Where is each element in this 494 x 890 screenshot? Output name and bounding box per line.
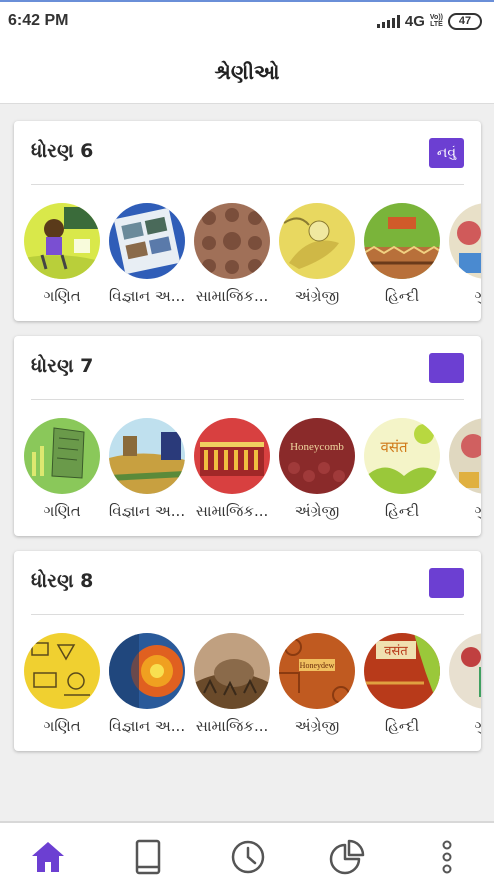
subject-label: હિન્દી: [384, 717, 420, 735]
subject-label: અંગ્રેજી: [294, 502, 340, 520]
subject-label: વિજ્ઞાન અ...: [108, 502, 186, 520]
clock-icon: [231, 840, 265, 874]
subject-cover-image: [109, 203, 185, 279]
subject-label: અંગ્રેજી: [294, 287, 340, 305]
subject-label: અંગ્રેજી: [294, 717, 340, 735]
subject-cover-image: वसंत: [364, 633, 440, 709]
subject-cover-image: [194, 203, 270, 279]
network-type: 4G: [404, 12, 425, 30]
subject-item[interactable]: ગણિત: [20, 418, 104, 520]
subject-cover-image: [194, 633, 270, 709]
pie-chart-icon: [329, 839, 365, 875]
status-icons: 4G Vo)) LTE 47: [376, 12, 482, 30]
nav-progress[interactable]: [328, 837, 368, 877]
nav-home[interactable]: [28, 837, 68, 877]
home-icon: [32, 842, 64, 872]
svg-text:Honeydew: Honeydew: [300, 661, 335, 670]
subject-label: સામાજિક...: [195, 287, 269, 305]
subject-label: ગણિત: [43, 502, 81, 520]
signal-icon: [376, 14, 400, 28]
bottom-navigation: [0, 821, 494, 890]
subject-cover-image: [449, 633, 481, 709]
subject-item[interactable]: વિજ્ઞાન અ...: [105, 418, 189, 520]
subject-item[interactable]: ગુજ: [445, 418, 481, 520]
subject-cover-image: [449, 418, 481, 494]
subject-label: ગણિત: [43, 717, 81, 735]
subject-item[interactable]: Honeydew અંગ્રેજી: [275, 633, 359, 735]
subject-cover-image: [24, 418, 100, 494]
battery-icon: 47: [448, 12, 482, 30]
section-header[interactable]: ધોરણ 6 નવું: [14, 121, 481, 183]
subject-item[interactable]: ગણિત: [20, 633, 104, 735]
subject-label: સામાજિક...: [195, 502, 269, 520]
svg-text:Honeycomb: Honeycomb: [290, 441, 344, 453]
app-bar: શ્રેણીઓ: [0, 40, 494, 104]
subject-label: ગુજ: [445, 502, 481, 520]
subject-list: ગણિત વિજ્ઞાન અ... સામાજિક... Honeycomb અંગ્ર…: [14, 418, 481, 528]
subject-list: ગણિત વિજ્ઞાન અ... સામાજિક... Honeydew અંગ્રે…: [14, 633, 481, 743]
subject-label: ગણિત: [43, 287, 81, 305]
section-title: ધોરણ 7: [31, 355, 94, 377]
section-card-std8: ધોરણ 8 ગણિત વિજ્ઞાન અ... સામાજિક... Honeyde…: [14, 551, 481, 751]
subject-label: સામાજિક...: [195, 717, 269, 735]
subject-cover-image: [109, 633, 185, 709]
status-bar: 6:42 PM 4G Vo)) LTE 47: [0, 0, 494, 40]
subject-cover-image: [24, 633, 100, 709]
subject-item[interactable]: વિજ્ઞાન અ...: [105, 633, 189, 735]
subject-item[interactable]: વિજ્ઞાન અ...: [105, 203, 189, 305]
subject-item[interactable]: ગુજ: [445, 633, 481, 735]
section-header[interactable]: ધોરણ 8: [14, 551, 481, 613]
subject-label: ગુજ: [445, 717, 481, 735]
subject-item[interactable]: હિન્દી: [360, 203, 444, 305]
new-badge: નવું: [429, 138, 464, 168]
subject-cover-image: [194, 418, 270, 494]
section-title: ધોરણ 6: [31, 140, 94, 162]
subject-label: ગુજ: [445, 287, 481, 305]
subject-cover-image: [364, 203, 440, 279]
nav-more[interactable]: [427, 837, 467, 877]
subject-label: હિન્દી: [384, 287, 420, 305]
nav-books[interactable]: [128, 837, 168, 877]
section-header[interactable]: ધોરણ 7: [14, 336, 481, 398]
subject-cover-image: [449, 203, 481, 279]
subject-item[interactable]: સામાજિક...: [190, 633, 274, 735]
more-vertical-icon: [442, 840, 452, 874]
svg-text:वसंत: वसंत: [380, 438, 407, 456]
subject-item[interactable]: ગુજ: [445, 203, 481, 305]
subject-cover-image: Honeydew: [279, 633, 355, 709]
new-badge: [429, 353, 464, 383]
nav-history[interactable]: [228, 837, 268, 877]
divider: [31, 614, 464, 615]
subject-label: વિજ્ઞાન અ...: [108, 717, 186, 735]
battery-level: 47: [458, 15, 472, 27]
section-card-std7: ધોરણ 7 ગણિત વિજ્ઞાન અ... સામાજિક... Honeyco…: [14, 336, 481, 536]
volte-icon: Vo)) LTE: [429, 14, 443, 28]
subject-item[interactable]: वसंत હિન્દી: [360, 418, 444, 520]
book-icon: [135, 839, 161, 875]
subject-label: હિન્દી: [384, 502, 420, 520]
subject-item[interactable]: Honeycomb અંગ્રેજી: [275, 418, 359, 520]
new-badge: [429, 568, 464, 598]
section-title: ધોરણ 8: [31, 570, 94, 592]
status-time: 6:42 PM: [8, 12, 69, 29]
subject-cover-image: [24, 203, 100, 279]
subject-cover-image: वसंत: [364, 418, 440, 494]
svg-text:वसंत: वसंत: [384, 644, 408, 659]
subject-item[interactable]: અંગ્રેજી: [275, 203, 359, 305]
divider: [31, 399, 464, 400]
subject-cover-image: Honeycomb: [279, 418, 355, 494]
subject-item[interactable]: वसंत હિન્દી: [360, 633, 444, 735]
subject-item[interactable]: સામાજિક...: [190, 418, 274, 520]
section-card-std6: ધોરણ 6 નવું ગણિત વિજ્ઞાન અ... સામાજિક... અં…: [14, 121, 481, 321]
subject-item[interactable]: સામાજિક...: [190, 203, 274, 305]
page-title: શ્રેણીઓ: [214, 59, 280, 84]
subject-label: વિજ્ઞાન અ...: [108, 287, 186, 305]
subject-cover-image: [109, 418, 185, 494]
subject-cover-image: [279, 203, 355, 279]
subject-list: ગણિત વિજ્ઞાન અ... સામાજિક... અંગ્રેજી હિન્દી…: [14, 203, 481, 313]
subject-item[interactable]: ગણિત: [20, 203, 104, 305]
divider: [31, 184, 464, 185]
